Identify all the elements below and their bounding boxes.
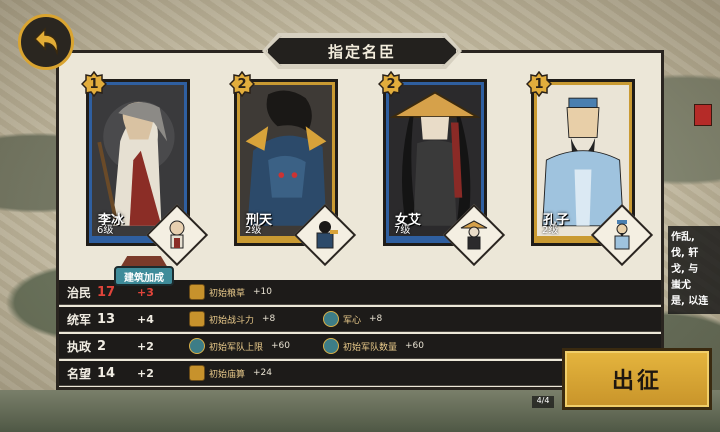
helmet-icon [323,311,339,327]
chibi-avatar-icon [169,220,185,249]
hero-level: 7级 [394,225,411,236]
back-arrow-icon [33,27,59,56]
chibi-avatar-icon [614,220,630,250]
stat-bonus: +3 [137,285,154,299]
rank-badge-number: 1 [89,76,99,92]
fist-icon [189,311,205,327]
effect-name: 初始庙算 [209,369,246,380]
hero-card-li-bing[interactable]: 1 李冰 6级 [80,70,209,267]
rank-badge-number: 2 [237,76,247,92]
hero-level: 6级 [97,225,114,236]
hero-level: 2级 [542,225,559,236]
stat-row-command: 统军 13 +4 初始战斗力 +8 军心 +8 [59,307,661,332]
hero-level: 2级 [245,225,262,236]
effect-value: +60 [271,341,291,351]
march-button-label: 出征 [611,369,662,394]
effect-value: +8 [262,314,276,324]
back-button[interactable] [18,14,74,70]
march-button[interactable]: 出征 [562,348,712,410]
building-bonus-label: 建筑加成 [124,272,164,284]
page-indicator: 4/4 [532,396,554,408]
flag-marker [694,104,712,126]
stat-name: 执政 [67,339,92,354]
side-story-text: 作乱, 伐, 轩 戈, 与 蚩尤 是, 以连 [668,226,720,314]
effect-name: 军心 [343,315,362,326]
stat-bonus: +2 [137,339,154,353]
rank-badge: 1 [525,70,553,98]
effect-name: 初始军队数量 [343,342,398,353]
stat-value: 2 [97,338,107,354]
hero-card-xing-tian[interactable]: 2 刑天 2级 [228,70,357,267]
rank-badge: 2 [377,70,405,98]
stat-effect: 初始庙算 +24 [189,365,272,381]
hero-card-nv-ai[interactable]: 2 女艾 7级 [377,70,506,267]
stat-value: 13 [97,311,116,327]
effect-value: +10 [253,287,273,297]
temple-icon [189,365,205,381]
stat-effect: 军心 +8 [323,311,382,327]
soldier-icon [323,338,339,354]
hero-card-kong-zi[interactable]: 1 孔子 2级 [525,70,654,267]
stat-bonus: +2 [137,366,154,380]
stat-value: 17 [97,284,116,300]
stat-effect: 初始粮草 +10 [189,284,272,300]
stat-bonus: +4 [137,312,154,326]
stat-effect: 初始军队数量 +60 [323,338,424,354]
stat-name: 名望 [67,366,92,381]
grain-icon [189,284,205,300]
side-text-line: 伐, 轩 [671,248,699,259]
effect-name: 初始战斗力 [209,315,255,326]
effect-value: +60 [405,341,425,351]
effect-name: 初始粮草 [209,288,246,299]
side-text-line: 作乱, [671,232,695,243]
rank-badge-number: 1 [534,76,544,92]
title-plate: 指定名臣 [266,36,458,66]
panel-title: 指定名臣 [327,42,396,61]
side-text-line: 蚩尤 [671,280,691,291]
chibi-avatar-icon [316,221,338,249]
effect-value: +24 [253,368,273,378]
stat-effect: 初始战斗力 +8 [189,311,275,327]
stat-effect: 初始军队上限 +60 [189,338,290,354]
effect-name: 初始军队上限 [209,342,264,353]
side-text-line: 戈, 与 [671,264,699,275]
rank-badge-number: 2 [386,76,396,92]
chibi-avatar-icon [460,220,488,250]
stat-value: 14 [97,365,116,381]
rank-badge: 1 [80,70,108,98]
stat-name: 治民 [67,285,92,300]
effect-value: +8 [369,314,383,324]
soldier-icon [189,338,205,354]
stat-name: 统军 [67,312,92,327]
rank-badge: 2 [228,70,256,98]
side-text-line: 是, 以连 [671,296,709,307]
building-bonus-button[interactable]: 建筑加成 [114,266,174,286]
